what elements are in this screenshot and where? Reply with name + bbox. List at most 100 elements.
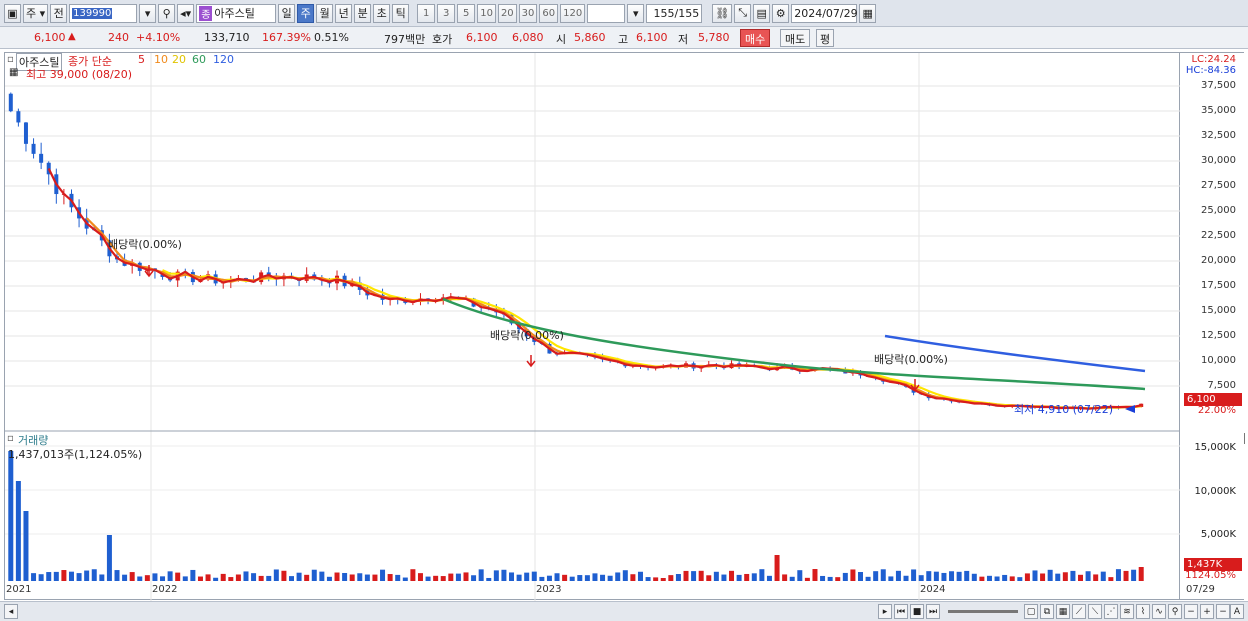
volume-bar (433, 575, 439, 581)
volume-bar (766, 575, 772, 581)
volume-bar (266, 575, 272, 581)
volume-bar (440, 576, 446, 581)
volume-bar (941, 572, 947, 581)
interval-10[interactable]: 10 (477, 3, 496, 23)
pct-tag: 22.00% (1197, 405, 1236, 416)
custom-interval-dropdown-icon[interactable]: ▾ (627, 3, 645, 23)
ma-legend-5: 5 (138, 53, 145, 66)
volume-bar (258, 575, 264, 581)
market-type-select[interactable]: 주 ▾ (23, 3, 49, 23)
rewind-icon[interactable]: ⏮ (894, 604, 908, 619)
chart-panel[interactable] (4, 52, 1181, 601)
channel-icon[interactable]: ⋰ (1104, 604, 1118, 619)
volume-bar (455, 573, 461, 581)
window-icon[interactable]: ▣ (4, 3, 21, 23)
buy-button[interactable]: 매수 (740, 29, 771, 47)
volume-bar (554, 573, 560, 581)
interval-120[interactable]: 120 (560, 3, 586, 23)
interval-60[interactable]: 60 (539, 3, 559, 23)
volume-bar (949, 571, 955, 581)
volume-bar (471, 575, 477, 581)
low-price: 5,780 (698, 31, 730, 44)
volume-bar (342, 572, 348, 581)
calendar-icon[interactable]: ▦ (859, 3, 877, 23)
custom-interval-input[interactable] (587, 3, 626, 23)
tool-icon[interactable]: ⤡ (734, 3, 752, 23)
volume-bar (539, 576, 545, 581)
trendline-icon[interactable]: ⟍ (1088, 604, 1102, 619)
auto-scale-icon[interactable]: A (1230, 604, 1244, 619)
turnover-percent: 0.51% (314, 31, 349, 44)
volume-bar (691, 571, 697, 581)
period-week[interactable]: 주 (297, 3, 315, 23)
period-month[interactable]: 월 (316, 3, 334, 23)
volume-bar (911, 569, 917, 581)
volume-bar (23, 511, 29, 581)
period-tick[interactable]: 틱 (392, 3, 410, 23)
grid-icon[interactable]: ▦ (1056, 604, 1070, 619)
volume-bar (858, 572, 863, 581)
fibonacci-icon[interactable]: ≋ (1120, 604, 1134, 619)
scroll-left-icon[interactable]: ◂ (4, 604, 18, 619)
calendar-small-icon[interactable]: ▦ (9, 67, 18, 78)
minus-icon[interactable]: − (1216, 604, 1230, 619)
crosshair-icon[interactable]: ▢ (1024, 604, 1038, 619)
pattern-icon[interactable]: ⌇ (1136, 604, 1150, 619)
forward-icon[interactable]: ⏭ (926, 604, 940, 619)
period-day[interactable]: 일 (278, 3, 296, 23)
ma-legend-20: 20 (172, 53, 186, 66)
zoom-in-icon[interactable]: + (1200, 604, 1214, 619)
volume-bar (160, 576, 166, 581)
interval-3[interactable]: 3 (437, 3, 456, 23)
interval-5[interactable]: 5 (457, 3, 476, 23)
speaker-icon[interactable]: ◂▾ (177, 3, 195, 23)
volume-bar (1009, 576, 1015, 581)
volume-bar (175, 572, 181, 581)
interval-30[interactable]: 30 (518, 3, 538, 23)
volume-bar (372, 574, 378, 581)
volume-bar (562, 574, 568, 581)
volume-bar (417, 573, 423, 581)
interval-20[interactable]: 20 (497, 3, 517, 23)
volume-bar (53, 571, 59, 581)
bottom-scrollbar[interactable]: ◂ ▸ ⏮ ■ ⏭ ▢ ⧉ ▦ ⟋ ⟍ ⋰ ≋ ⌇ ∿ ⚲ − + − A (0, 601, 1248, 621)
dropdown-icon[interactable]: ▾ (139, 3, 157, 23)
compare-icon[interactable]: ⧉ (1040, 604, 1054, 619)
volume-bar (1093, 574, 1099, 581)
price-chart-svg[interactable] (5, 53, 1181, 601)
ruler-icon[interactable]: ⟋ (1072, 604, 1086, 619)
magnify-icon[interactable]: ⚲ (1168, 604, 1182, 619)
eval-button[interactable]: 평 (816, 29, 835, 47)
volume-bar (8, 451, 14, 581)
y-tick: 35,000 (1201, 105, 1236, 116)
volume-bar (349, 574, 355, 581)
interval-1[interactable]: 1 (417, 3, 436, 23)
stop-icon[interactable]: ■ (910, 604, 924, 619)
zoom-out-icon[interactable]: − (1184, 604, 1198, 619)
wave-icon[interactable]: ∿ (1152, 604, 1166, 619)
period-second[interactable]: 초 (373, 3, 391, 23)
prev-button[interactable]: 전 (50, 3, 68, 23)
data-count-field[interactable]: 155/155 (646, 3, 703, 23)
volume-bar (827, 576, 833, 581)
volume-bar (1070, 570, 1076, 581)
save-icon[interactable]: ▤ (753, 3, 771, 23)
stock-code-input[interactable]: 139990 (69, 3, 138, 23)
stock-type-badge: 종 (199, 5, 213, 21)
search-icon[interactable]: ⚲ (158, 3, 176, 23)
x-tick-2023: 2023 (536, 584, 562, 595)
play-icon[interactable]: ▸ (878, 604, 892, 619)
sell-button[interactable]: 매도 (780, 29, 811, 47)
period-minute[interactable]: 분 (354, 3, 372, 23)
volume-bar (91, 569, 97, 581)
link-icon[interactable]: ⛓ (712, 3, 733, 23)
price-change: 240 (108, 31, 129, 44)
date-input[interactable]: 2024/07/29 (791, 3, 858, 23)
period-year[interactable]: 년 (335, 3, 353, 23)
zoom-slider[interactable] (948, 610, 1018, 613)
gear-icon[interactable]: ⚙ (772, 3, 790, 23)
volume-bar (979, 576, 985, 581)
volume-bar (842, 572, 848, 581)
stock-name-field[interactable]: 종 아주스틸 (196, 3, 277, 23)
high-label: 고 (618, 33, 629, 46)
